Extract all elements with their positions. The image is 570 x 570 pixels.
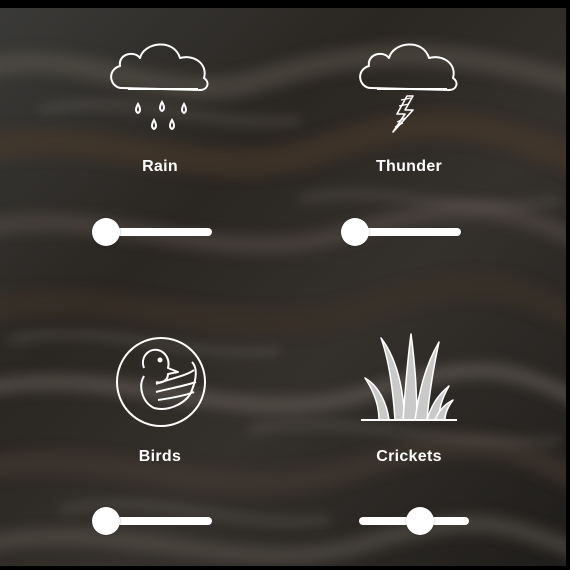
- sound-label-thunder: Thunder: [375, 158, 443, 175]
- sound-label-rain: Rain: [142, 158, 178, 175]
- thunder-cloud-icon: [349, 30, 469, 140]
- slider-thumb[interactable]: [406, 507, 435, 535]
- grass-icon: [349, 320, 469, 430]
- sound-label-birds: Birds: [138, 448, 182, 465]
- sound-card-crickets: Crickets: [309, 320, 509, 570]
- sound-card-thunder: Thunder: [309, 30, 509, 290]
- sound-card-birds: Birds: [60, 320, 260, 570]
- slider-thumb[interactable]: [92, 507, 120, 535]
- volume-slider-birds[interactable]: [92, 506, 212, 536]
- sound-card-rain: Rain: [60, 30, 260, 290]
- rain-cloud-icon: [100, 30, 220, 140]
- slider-thumb[interactable]: [92, 218, 120, 246]
- volume-slider-thunder[interactable]: [341, 217, 461, 247]
- sound-label-crickets: Crickets: [376, 448, 442, 465]
- ambient-sound-mixer: Rain Thunder Birds Crickets: [0, 0, 570, 570]
- top-edge-bar: [0, 0, 570, 8]
- volume-slider-rain[interactable]: [92, 217, 212, 247]
- bird-icon: [100, 320, 220, 430]
- right-edge-bar: [566, 0, 570, 570]
- slider-thumb[interactable]: [341, 218, 369, 246]
- volume-slider-crickets[interactable]: [349, 506, 469, 536]
